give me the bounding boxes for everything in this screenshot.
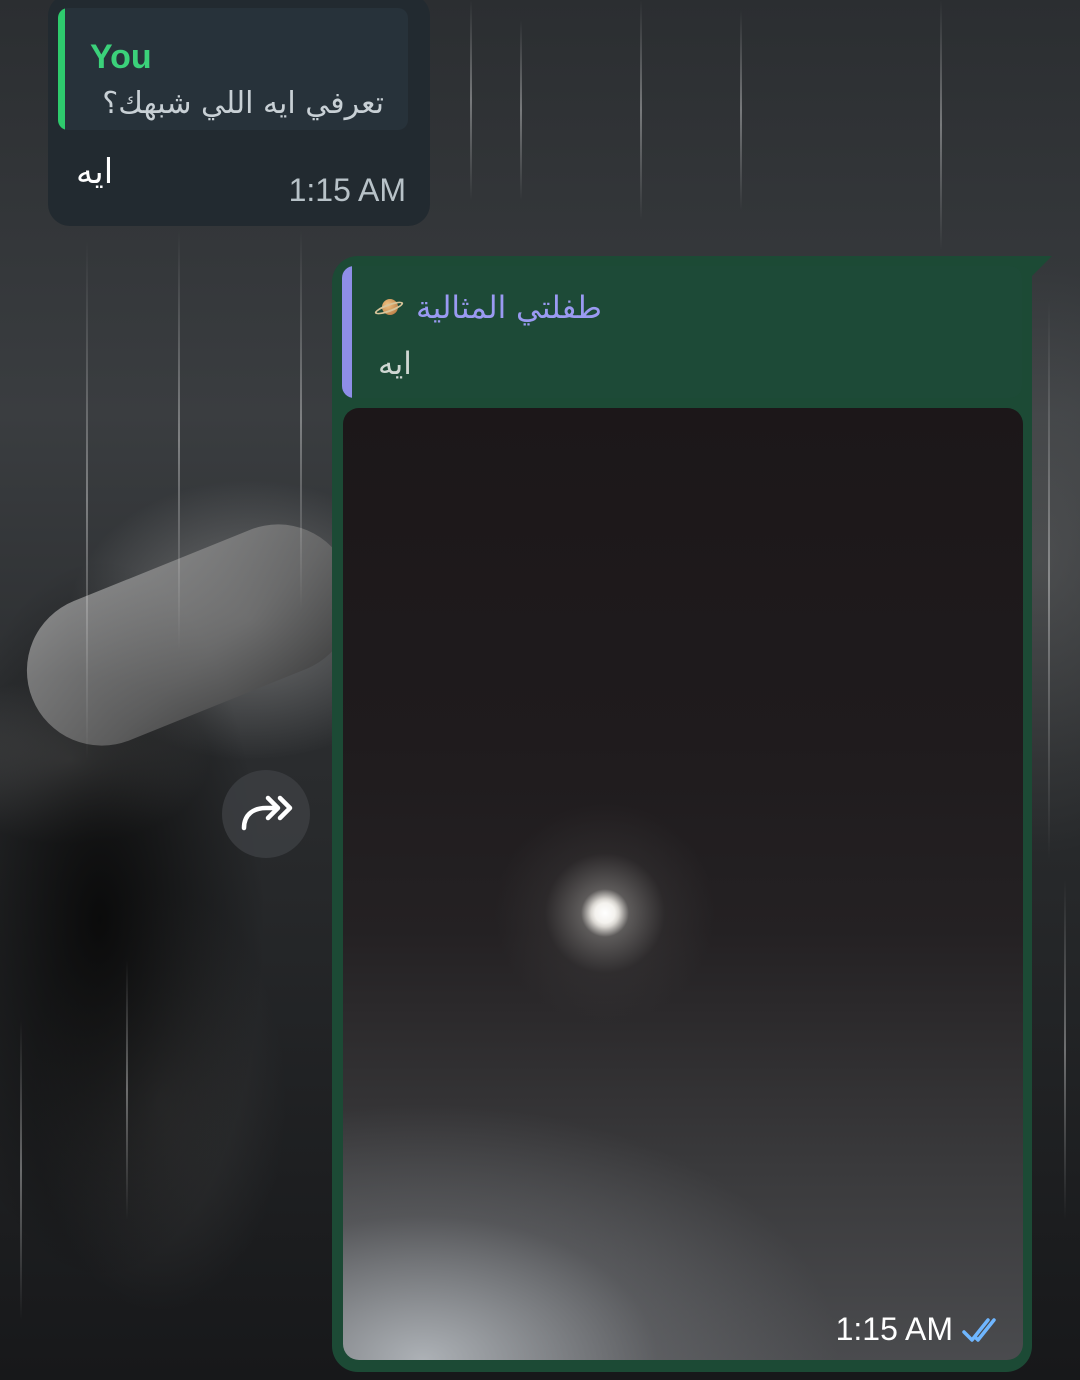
reply-quote-bar — [58, 8, 65, 130]
message-photo[interactable]: 1:15 AM — [343, 408, 1023, 1360]
forward-share-button[interactable] — [222, 770, 310, 858]
reply-sender-name: طفلتي المثالية — [373, 290, 602, 326]
reply-quote[interactable]: طفلتي المثالية ايه — [342, 266, 1022, 398]
incoming-message-bubble[interactable]: You تعرفي ايه اللي شبهك؟ ايه 1:15 AM — [48, 0, 430, 226]
message-time: 1:15 AM — [288, 172, 406, 208]
bubble-tail — [1030, 256, 1052, 278]
forward-share-icon — [241, 795, 293, 831]
double-check-icon — [962, 1318, 996, 1342]
reply-quote-text: تعرفي ايه اللي شبهك؟ — [102, 86, 384, 121]
reply-quote[interactable]: You تعرفي ايه اللي شبهك؟ — [58, 8, 408, 130]
outgoing-message-bubble[interactable]: طفلتي المثالية ايه 1:15 AM — [332, 256, 1052, 1372]
reply-sender-label: طفلتي المثالية — [416, 290, 602, 326]
reply-sender-name: You — [90, 38, 152, 76]
ringed-planet-icon — [373, 293, 405, 323]
message-time: 1:15 AM — [835, 1311, 953, 1347]
chat-view: You تعرفي ايه اللي شبهك؟ ايه 1:15 AM طفل… — [0, 0, 1080, 1380]
reply-quote-bar — [342, 266, 352, 398]
reply-quote-text: ايه — [378, 346, 412, 382]
message-text: ايه — [76, 152, 114, 192]
